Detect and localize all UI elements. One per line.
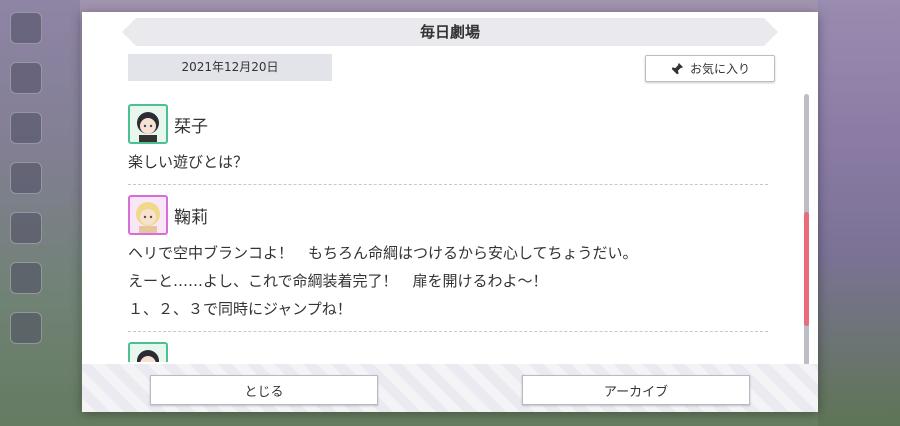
dialogue-list[interactable]: 栞子 楽しい遊びとは？ 鞠莉 ヘリで空中ブランコよ！ もちろん命綱はつけるから安…: [128, 102, 770, 362]
scrollbar-thumb[interactable]: [804, 212, 809, 326]
favorite-button[interactable]: お気に入り: [645, 55, 775, 82]
speaker-avatar: [128, 195, 168, 235]
speaker-avatar: [128, 342, 168, 362]
divider: [128, 331, 768, 332]
favorite-button-label: お気に入り: [689, 62, 750, 76]
speaker-row: [128, 340, 770, 362]
dialogue-entry: 栞子 楽しい遊びとは？: [128, 102, 770, 185]
divider: [128, 184, 768, 185]
speaker-name: 鞠莉: [174, 207, 208, 228]
speaker-row: 鞠莉: [128, 193, 770, 237]
speaker-avatar: [128, 104, 168, 144]
date-label: 2021年12月20日: [128, 54, 332, 81]
speaker-name: 栞子: [174, 116, 208, 137]
speaker-row: 栞子: [128, 102, 770, 146]
scrollbar[interactable]: [804, 94, 809, 366]
dialogue-line: えーと……よし、これで命綱装着完了！ 扉を開けるわよ～！: [128, 272, 548, 290]
archive-button[interactable]: アーカイブ: [522, 375, 750, 405]
dialogue-line: 楽しい遊びとは？: [128, 153, 249, 171]
dialogue-entry-partial: [128, 340, 770, 362]
dialog-title: 毎日劇場: [419, 23, 480, 41]
daily-theater-dialog: 毎日劇場 2021年12月20日 お気に入り 栞子 楽しい遊びとは？ 鞠莉 ヘリ…: [82, 12, 818, 412]
pin-icon: [670, 62, 684, 75]
dialogue-line: １、２、３で同時にジャンプね！: [128, 300, 352, 318]
dialogue-line: ヘリで空中ブランコよ！ もちろん命綱はつけるから安心してちょうだい。: [128, 244, 638, 262]
close-button[interactable]: とじる: [150, 375, 378, 405]
dialogue-entry: 鞠莉 ヘリで空中ブランコよ！ もちろん命綱はつけるから安心してちょうだい。 えー…: [128, 193, 770, 332]
